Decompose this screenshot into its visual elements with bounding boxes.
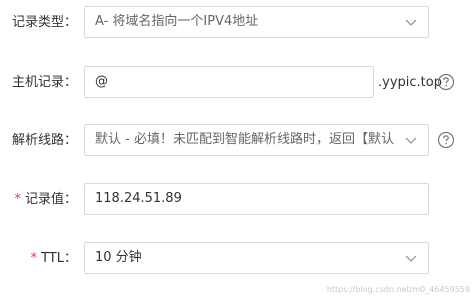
resolution-line-label: 解析线路： xyxy=(11,133,77,148)
record-value-label-text: 记录值： xyxy=(24,192,77,207)
required-mark: * xyxy=(30,251,38,266)
resolution-line-select[interactable]: 默认 - 必填！未匹配到智能解析线路时，返回【默认】线路... xyxy=(84,124,429,156)
help-icon[interactable] xyxy=(437,73,455,91)
domain-suffix: .yypic.top xyxy=(378,75,442,90)
host-record-label: 主机记录： xyxy=(11,75,77,90)
ttl-select[interactable]: 10 分钟 xyxy=(84,242,429,274)
host-record-row: 主机记录： @ .yypic.top xyxy=(0,66,474,100)
record-value-text: 118.24.51.89 xyxy=(95,191,182,206)
ttl-label-text: TTL： xyxy=(41,251,77,266)
ttl-label: * TTL： xyxy=(0,242,77,276)
chevron-down-icon xyxy=(405,19,417,26)
chevron-down-icon xyxy=(405,255,417,262)
help-icon[interactable] xyxy=(437,131,455,149)
watermark: https://blog.csdn.net/m0_46459559 xyxy=(326,285,470,294)
record-type-select[interactable]: A- 将域名指向一个IPV4地址 xyxy=(84,6,429,38)
resolution-line-row: 解析线路： 默认 - 必填！未匹配到智能解析线路时，返回【默认】线路... xyxy=(0,124,474,158)
record-type-value: A- 将域名指向一个IPV4地址 xyxy=(95,14,259,29)
ttl-row: * TTL： 10 分钟 xyxy=(0,242,474,276)
record-value-row: * 记录值： 118.24.51.89 xyxy=(0,183,474,217)
ttl-value: 10 分钟 xyxy=(95,250,142,265)
host-record-value: @ xyxy=(95,74,108,89)
resolution-line-value: 默认 - 必填！未匹配到智能解析线路时，返回【默认】线路... xyxy=(95,132,395,147)
record-value-input[interactable]: 118.24.51.89 xyxy=(84,183,429,215)
record-type-row: 记录类型： A- 将域名指向一个IPV4地址 xyxy=(0,6,474,40)
record-value-label: * 记录值： xyxy=(0,183,77,217)
host-record-input[interactable]: @ xyxy=(84,66,374,98)
chevron-down-icon xyxy=(405,137,417,144)
required-mark: * xyxy=(14,192,21,207)
record-type-label: 记录类型： xyxy=(11,15,77,30)
